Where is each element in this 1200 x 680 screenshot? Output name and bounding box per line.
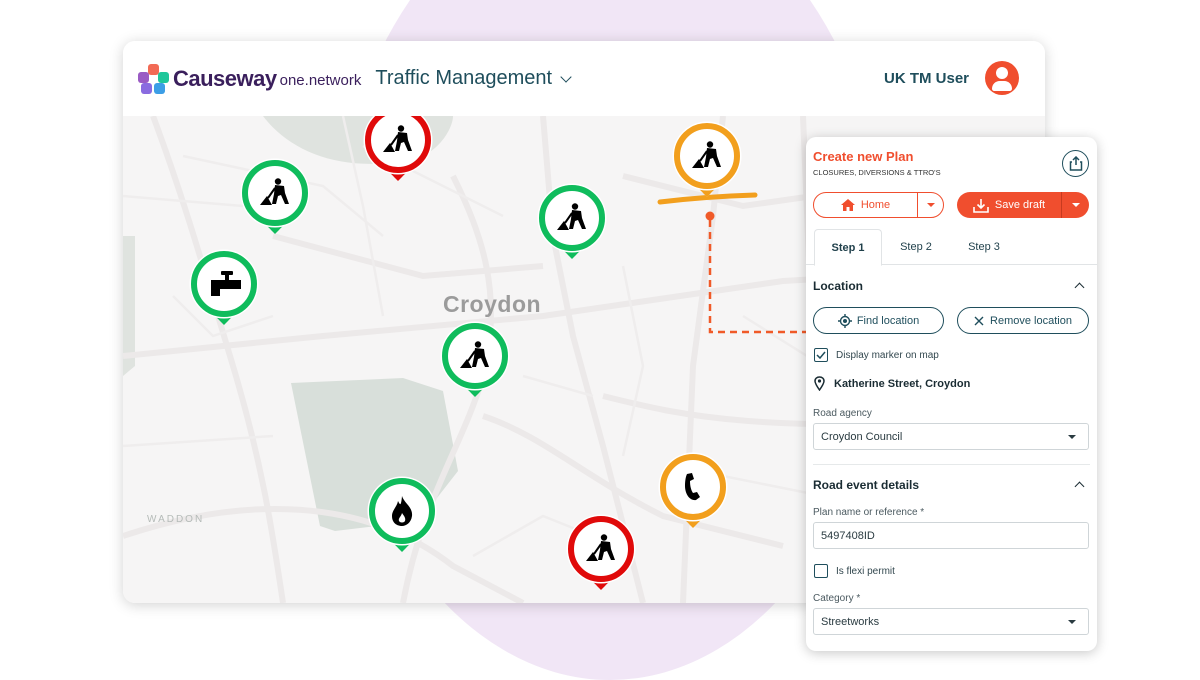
user-menu[interactable]: UK TM User — [884, 61, 1019, 95]
step-tabs: Step 1 Step 2 Step 3 — [806, 229, 1097, 266]
app-header: Causeway one.network Traffic Management … — [123, 41, 1045, 116]
category-label: Category * — [813, 593, 861, 604]
road-agency-select[interactable]: Croydon Council — [813, 423, 1089, 450]
caret-down-icon — [926, 203, 935, 207]
brand-name: Causeway — [173, 65, 277, 91]
road-agency-label: Road agency — [813, 408, 872, 419]
selected-address: Katherine Street, Croydon — [814, 376, 970, 391]
map-marker-water-green[interactable] — [191, 251, 257, 331]
caret-down-icon — [1071, 203, 1080, 207]
home-button-group: Home — [813, 192, 944, 218]
roadworks-icon — [383, 125, 412, 152]
brand-sub: one.network — [279, 71, 362, 89]
map-marker-gas-green[interactable] — [369, 478, 435, 558]
causeway-logo[interactable]: Causeway one.network — [137, 63, 361, 95]
tab-step-3[interactable]: Step 3 — [950, 229, 1018, 265]
avatar-icon[interactable] — [985, 61, 1019, 95]
download-icon — [973, 198, 989, 213]
panel-subtitle: CLOSURES, DIVERSIONS & TTRO'S — [813, 168, 941, 177]
map-marker-roadworks-green[interactable] — [442, 323, 508, 403]
save-draft-button[interactable]: Save draft — [957, 192, 1062, 218]
city-label: Croydon — [443, 291, 542, 317]
address-text: Katherine Street, Croydon — [834, 377, 971, 390]
remove-location-button[interactable]: Remove location — [957, 307, 1089, 334]
road-event-section-title: Road event details — [813, 478, 920, 492]
district-label: WADDON — [147, 514, 205, 525]
home-button[interactable]: Home — [814, 193, 918, 217]
location-section-title: Location — [813, 279, 863, 293]
share-button[interactable] — [1062, 150, 1089, 177]
section-divider — [813, 464, 1090, 465]
save-dropdown-toggle[interactable] — [1062, 203, 1089, 207]
home-dropdown-toggle[interactable] — [918, 203, 943, 207]
road-agency-value: Croydon Council — [821, 430, 903, 443]
plan-name-label: Plan name or reference * — [813, 507, 925, 518]
flexi-permit-checkbox-row[interactable]: Is flexi permit — [814, 564, 895, 578]
plan-name-value: 5497408ID — [821, 529, 875, 542]
map-marker-roadworks-green[interactable] — [242, 160, 308, 240]
collapse-event-icon[interactable] — [1074, 481, 1085, 492]
location-pin-icon — [814, 376, 825, 391]
roadworks-icon — [586, 534, 615, 561]
panel-title: Create new Plan — [813, 149, 914, 164]
find-location-label: Find location — [856, 314, 920, 327]
remove-location-label: Remove location — [990, 314, 1072, 327]
app-title[interactable]: Traffic Management — [375, 67, 552, 90]
flame-icon — [392, 496, 413, 526]
logo-mark-icon — [137, 63, 169, 95]
roadworks-icon — [460, 341, 489, 368]
display-marker-label: Display marker on map — [836, 349, 939, 361]
flexi-permit-checkbox[interactable] — [814, 564, 828, 578]
map-marker-telecom-amber[interactable] — [660, 454, 726, 534]
save-button-group: Save draft — [957, 192, 1089, 218]
target-icon — [837, 313, 852, 328]
roadworks-icon — [260, 178, 289, 205]
tab-step-2[interactable]: Step 2 — [882, 229, 950, 265]
phone-icon — [685, 473, 700, 501]
caret-down-icon — [1068, 435, 1076, 439]
route-connector-line — [708, 220, 813, 334]
flexi-permit-label: Is flexi permit — [836, 565, 895, 577]
roadworks-icon — [692, 141, 721, 168]
display-marker-checkbox[interactable] — [814, 348, 828, 362]
save-draft-label: Save draft — [994, 199, 1046, 211]
plan-name-input[interactable]: 5497408ID — [813, 522, 1089, 549]
map-marker-roadworks-green[interactable] — [539, 185, 605, 265]
map-marker-roadworks-red[interactable] — [365, 116, 431, 187]
map-marker-roadworks-red[interactable] — [568, 516, 634, 596]
close-icon — [974, 316, 984, 325]
water-tap-icon — [211, 271, 241, 296]
caret-down-icon — [1068, 620, 1076, 624]
map-marker-roadworks-amber[interactable] — [674, 123, 740, 203]
category-select[interactable]: Streetworks — [813, 608, 1089, 635]
user-name: UK TM User — [883, 69, 969, 87]
find-location-button[interactable]: Find location — [813, 307, 944, 334]
category-value: Streetworks — [821, 615, 880, 628]
create-plan-panel: Create new Plan CLOSURES, DIVERSIONS & T… — [806, 137, 1097, 651]
tab-step-1[interactable]: Step 1 — [814, 229, 882, 266]
share-icon — [1069, 156, 1082, 171]
chevron-down-icon[interactable] — [560, 70, 572, 83]
home-button-label: Home — [860, 199, 891, 211]
display-marker-checkbox-row[interactable]: Display marker on map — [814, 348, 939, 362]
collapse-location-icon[interactable] — [1074, 282, 1085, 293]
home-icon — [840, 199, 855, 211]
route-anchor-dot — [705, 211, 715, 221]
checkmark-icon — [816, 351, 826, 359]
roadworks-icon — [557, 203, 586, 230]
